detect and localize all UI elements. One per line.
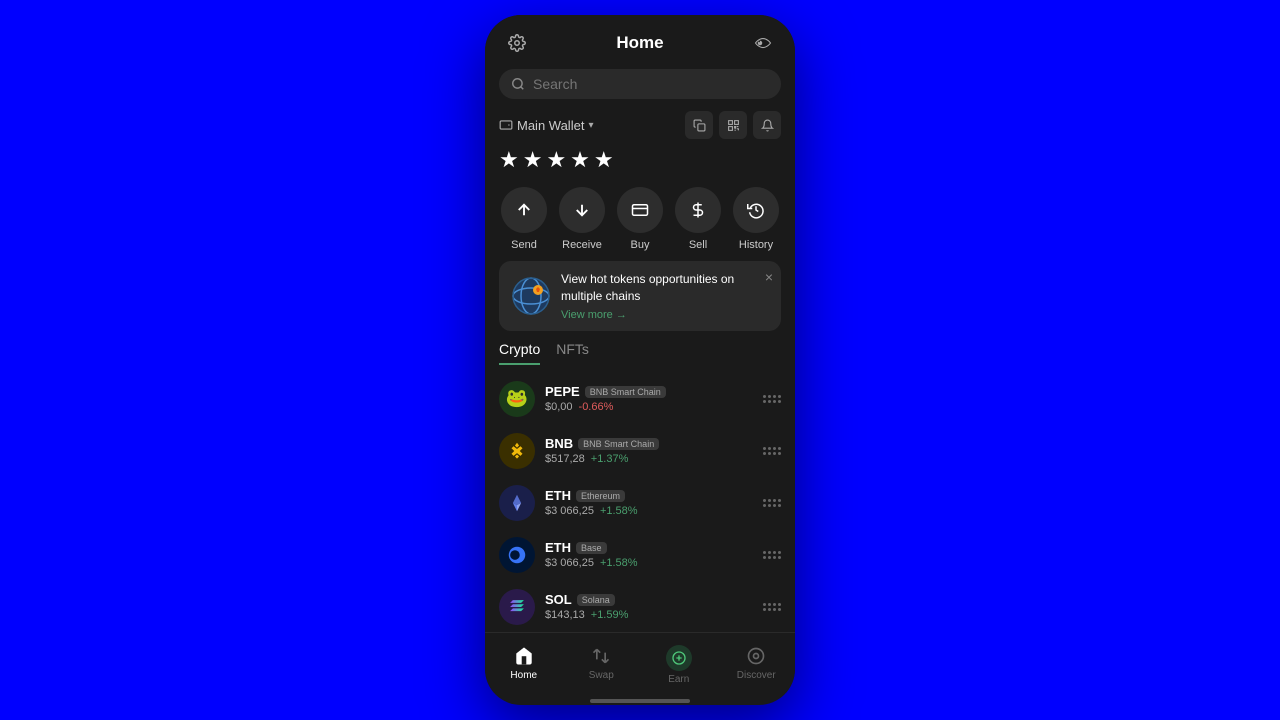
token-avatar-eth-base	[499, 537, 535, 573]
phone-frame: Home Main Wallet ▾	[485, 15, 795, 705]
wallet-icon	[499, 118, 513, 132]
wallet-name-selector[interactable]: Main Wallet ▾	[499, 118, 593, 133]
list-item[interactable]: ETH Ethereum $3 066,25 +1.58%	[499, 477, 781, 529]
earn-nav-icon	[666, 645, 692, 671]
receive-button[interactable]: Receive	[559, 187, 605, 251]
token-list: 🐸 PEPE BNB Smart Chain $0,00 -0.66%	[485, 373, 795, 632]
scan-qr-button[interactable]	[719, 111, 747, 139]
copy-address-button[interactable]	[685, 111, 713, 139]
search-input[interactable]	[533, 76, 769, 92]
bottom-navigation: Home Swap Earn	[485, 632, 795, 693]
promo-view-more-link[interactable]: View more →	[561, 309, 769, 321]
token-avatar-sol	[499, 589, 535, 625]
history-button[interactable]: History	[733, 187, 779, 251]
list-item[interactable]: SOL Solana $143,13 +1.59%	[499, 581, 781, 632]
nav-earn[interactable]: Earn	[640, 641, 718, 689]
tab-nfts[interactable]: NFTs	[556, 341, 589, 365]
promo-close-button[interactable]: ×	[765, 269, 773, 285]
buy-button[interactable]: Buy	[617, 187, 663, 251]
list-item[interactable]: BNB BNB Smart Chain $517,28 +1.37%	[499, 425, 781, 477]
notifications-button[interactable]	[753, 111, 781, 139]
promo-icon	[511, 276, 551, 316]
nav-home[interactable]: Home	[485, 641, 563, 689]
token-avatar-bnb	[499, 433, 535, 469]
token-info-pepe: PEPE BNB Smart Chain $0,00 -0.66%	[545, 384, 753, 413]
action-buttons-row: Send Receive Buy Sell	[485, 183, 795, 261]
send-button[interactable]: Send	[501, 187, 547, 251]
nav-swap[interactable]: Swap	[563, 641, 641, 689]
fish-icon-button[interactable]	[749, 29, 777, 57]
token-menu-bnb[interactable]	[763, 447, 781, 455]
nav-discover[interactable]: Discover	[718, 641, 796, 689]
sell-button[interactable]: Sell	[675, 187, 721, 251]
app-header: Home	[485, 15, 795, 65]
token-avatar-eth-ethereum	[499, 485, 535, 521]
token-info-eth-ethereum: ETH Ethereum $3 066,25 +1.58%	[545, 488, 753, 517]
promo-text: View hot tokens opportunities on multipl…	[561, 271, 769, 321]
token-menu-sol[interactable]	[763, 603, 781, 611]
token-menu-pepe[interactable]	[763, 395, 781, 403]
token-avatar-pepe: 🐸	[499, 381, 535, 417]
settings-button[interactable]	[503, 29, 531, 57]
home-indicator	[590, 699, 690, 703]
list-item[interactable]: ETH Base $3 066,25 +1.58%	[499, 529, 781, 581]
tab-crypto[interactable]: Crypto	[499, 341, 540, 365]
search-icon	[511, 77, 525, 91]
token-info-eth-base: ETH Base $3 066,25 +1.58%	[545, 540, 753, 569]
token-menu-eth-base[interactable]	[763, 551, 781, 559]
page-title: Home	[616, 33, 663, 53]
token-info-bnb: BNB BNB Smart Chain $517,28 +1.37%	[545, 436, 753, 465]
token-info-sol: SOL Solana $143,13 +1.59%	[545, 592, 753, 621]
wallet-balance: ★★★★★	[485, 143, 795, 183]
swap-nav-icon	[590, 645, 612, 667]
token-menu-eth-ethereum[interactable]	[763, 499, 781, 507]
discover-nav-icon	[745, 645, 767, 667]
wallet-action-icons	[685, 111, 781, 139]
wallet-row: Main Wallet ▾	[485, 107, 795, 143]
asset-tabs: Crypto NFTs	[485, 341, 795, 365]
list-item[interactable]: 🐸 PEPE BNB Smart Chain $0,00 -0.66%	[499, 373, 781, 425]
home-nav-icon	[513, 645, 535, 667]
search-bar[interactable]	[499, 69, 781, 99]
promo-banner: View hot tokens opportunities on multipl…	[499, 261, 781, 331]
